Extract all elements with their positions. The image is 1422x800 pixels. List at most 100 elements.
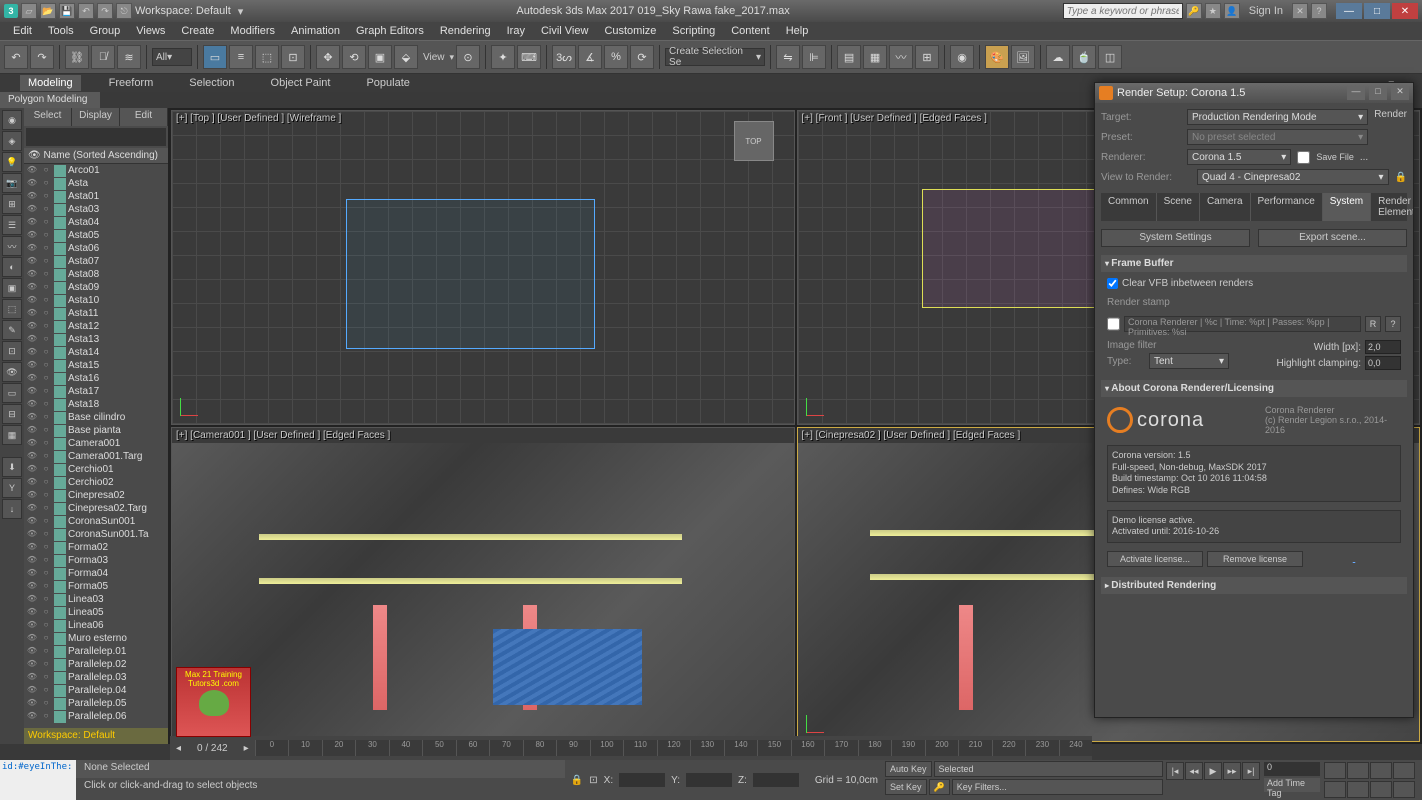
scene-item[interactable]: 👁○Forma02	[24, 541, 168, 554]
link-icon[interactable]: ⎋	[116, 3, 132, 19]
transform-typein[interactable]: 🔒 ⊡ X: Y: Z: Grid = 10,0cm	[565, 760, 884, 800]
viewport-top[interactable]: [+] [Top ] [User Defined ] [Wireframe ] …	[171, 110, 795, 425]
window-cross-button[interactable]: ⊡	[281, 45, 305, 69]
play-button[interactable]: ▶	[1204, 762, 1222, 780]
menu-content[interactable]: Content	[724, 23, 777, 39]
ribbon-panel-label[interactable]: Polygon Modeling	[0, 92, 100, 108]
scene-item[interactable]: 👁○Asta14	[24, 346, 168, 359]
tab-performance[interactable]: Performance	[1251, 193, 1323, 221]
scene-item[interactable]: 👁○Linea05	[24, 606, 168, 619]
se-tool-18[interactable]: Y	[2, 478, 22, 498]
scene-item[interactable]: 👁○Base cilindro	[24, 411, 168, 424]
filter-type-dropdown[interactable]: Tent	[1149, 353, 1229, 369]
scene-item[interactable]: 👁○Asta16	[24, 372, 168, 385]
maxscript-listener[interactable]: id:#eyeInThe:	[0, 760, 76, 800]
ref-coord-dropdown[interactable]: View	[423, 52, 445, 63]
pivot-button[interactable]: ⊙	[456, 45, 480, 69]
render-online-button[interactable]: ◫	[1098, 45, 1122, 69]
tab-scene[interactable]: Scene	[1157, 193, 1200, 221]
se-tool-7[interactable]: 〰	[2, 236, 22, 256]
ribbon-freeform[interactable]: Freeform	[101, 75, 162, 91]
scene-item[interactable]: 👁○Muro esterno	[24, 632, 168, 645]
pan-button[interactable]	[1324, 762, 1346, 779]
se-tool-3[interactable]: 💡	[2, 152, 22, 172]
orbit-button[interactable]	[1347, 781, 1369, 798]
next-frame-button[interactable]: ▸▸	[1223, 762, 1241, 780]
scene-item[interactable]: 👁○Asta17	[24, 385, 168, 398]
scene-item[interactable]: 👁○Cinepresa02	[24, 489, 168, 502]
key-icon-btn[interactable]: 🔑	[929, 779, 950, 795]
se-tab-display[interactable]: Display	[72, 108, 120, 126]
se-tool-19[interactable]: ↓	[2, 499, 22, 519]
dialog-maximize[interactable]: □	[1369, 86, 1387, 100]
render-iray-button[interactable]: 🍵	[1072, 45, 1096, 69]
layer-explorer-button[interactable]: ▦	[863, 45, 887, 69]
scene-item[interactable]: 👁○Asta12	[24, 320, 168, 333]
curve-editor-button[interactable]: 〰	[889, 45, 913, 69]
key-icon[interactable]: 🔑	[1186, 3, 1202, 19]
layers-button[interactable]: ▤	[837, 45, 861, 69]
material-button[interactable]: ◉	[950, 45, 974, 69]
distributed-header[interactable]: Distributed Rendering	[1101, 577, 1407, 594]
se-tool-8[interactable]: ◐	[2, 257, 22, 277]
bind-button[interactable]: ≋	[117, 45, 141, 69]
se-tool-13[interactable]: 👁	[2, 362, 22, 382]
view-to-render-dropdown[interactable]: Quad 4 - Cinepresa02	[1197, 169, 1389, 185]
scene-item[interactable]: 👁○Asta07	[24, 255, 168, 268]
goto-start-button[interactable]: |◂	[1166, 762, 1184, 780]
scene-item[interactable]: 👁○Forma05	[24, 580, 168, 593]
timeline[interactable]: ◂ 0 / 242 ▸ 0102030405060708090100110120…	[170, 736, 1092, 760]
scene-item[interactable]: 👁○Asta08	[24, 268, 168, 281]
framebuffer-header[interactable]: Frame Buffer	[1101, 255, 1407, 272]
move-button[interactable]: ✥	[316, 45, 340, 69]
menu-tools[interactable]: Tools	[41, 23, 81, 39]
render-prod-button[interactable]: ☁	[1046, 45, 1070, 69]
redo-button[interactable]: ↷	[30, 45, 54, 69]
star-icon[interactable]: ★	[1205, 3, 1221, 19]
scene-item[interactable]: 👁○Cerchio02	[24, 476, 168, 489]
menu-group[interactable]: Group	[83, 23, 128, 39]
scene-item[interactable]: 👁○Parallelep.01	[24, 645, 168, 658]
scene-item[interactable]: 👁○Cerchio01	[24, 463, 168, 476]
user-icon[interactable]: 👤	[1224, 3, 1240, 19]
align-button[interactable]: ⊫	[802, 45, 826, 69]
tab-render-elements[interactable]: Render Elements	[1371, 193, 1413, 221]
scene-item[interactable]: 👁○Arco01	[24, 164, 168, 177]
se-column-header[interactable]: 👁 Name (Sorted Ascending)	[24, 148, 168, 164]
menu-modifiers[interactable]: Modifiers	[223, 23, 282, 39]
scene-item[interactable]: 👁○Linea03	[24, 593, 168, 606]
close-button[interactable]: ✕	[1392, 3, 1418, 19]
about-header[interactable]: About Corona Renderer/Licensing	[1101, 380, 1407, 397]
unlink-button[interactable]: ⛓̸	[91, 45, 115, 69]
se-tool-15[interactable]: ⊟	[2, 404, 22, 424]
scene-item[interactable]: 👁○Asta	[24, 177, 168, 190]
se-tab-edit[interactable]: Edit	[120, 108, 168, 126]
vp-cam1-label[interactable]: [+] [Camera001 ] [User Defined ] [Edged …	[176, 430, 390, 441]
highlight-clamp-spinner[interactable]: 0,0	[1365, 356, 1401, 370]
se-tool-2[interactable]: ◈	[2, 131, 22, 151]
stamp-enable-checkbox[interactable]	[1107, 316, 1120, 332]
scene-item[interactable]: 👁○Base pianta	[24, 424, 168, 437]
scene-item[interactable]: 👁○Asta13	[24, 333, 168, 346]
save-icon[interactable]: 💾	[59, 3, 75, 19]
activate-license-button[interactable]: Activate license...	[1107, 551, 1203, 567]
stamp-q-button[interactable]: ?	[1385, 316, 1401, 332]
maximize-button[interactable]: □	[1364, 3, 1390, 19]
dialog-titlebar[interactable]: Render Setup: Corona 1.5 — □ ✕	[1095, 83, 1413, 103]
se-tool-16[interactable]: ▦	[2, 425, 22, 445]
place-button[interactable]: ⬙	[394, 45, 418, 69]
tab-camera[interactable]: Camera	[1200, 193, 1251, 221]
scene-list[interactable]: 👁○Arco01👁○Asta👁○Asta01👁○Asta03👁○Asta04👁○…	[24, 164, 168, 728]
menu-grapheditors[interactable]: Graph Editors	[349, 23, 431, 39]
rect-select-button[interactable]: ⬚	[255, 45, 279, 69]
se-search-input[interactable]	[26, 128, 166, 146]
target-dropdown[interactable]: Production Rendering Mode	[1187, 109, 1368, 125]
redo-icon[interactable]: ↷	[97, 3, 113, 19]
se-tab-select[interactable]: Select	[24, 108, 72, 126]
ribbon-selection[interactable]: Selection	[181, 75, 242, 91]
menu-edit[interactable]: Edit	[6, 23, 39, 39]
render-setup-button[interactable]: 🎨	[985, 45, 1009, 69]
undo-button[interactable]: ↶	[4, 45, 28, 69]
manipulate-button[interactable]: ✦	[491, 45, 515, 69]
vp-front-label[interactable]: [+] [Front ] [User Defined ] [Edged Face…	[802, 113, 987, 124]
